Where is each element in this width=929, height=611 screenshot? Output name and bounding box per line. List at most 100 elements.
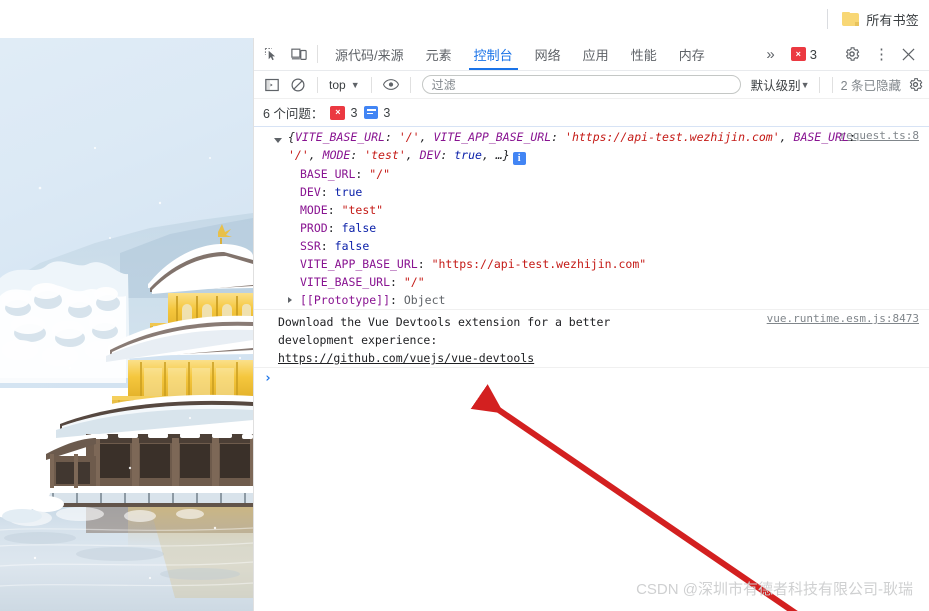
issues-bar[interactable]: 6 个问题： × 3 3 xyxy=(254,99,929,127)
error-icon: × xyxy=(790,47,806,61)
tab-network[interactable]: 网络 xyxy=(524,38,572,70)
tab-label: 控制台 xyxy=(473,47,513,63)
error-badge[interactable]: × 3 xyxy=(783,47,825,62)
property-row[interactable]: VITE_BASE_URL: "/" xyxy=(300,273,921,291)
folder-icon xyxy=(842,12,860,26)
log-level-value: 默认级别 xyxy=(750,79,801,93)
toolbar-divider-4 xyxy=(818,76,820,93)
property-key: BASE_URL xyxy=(300,167,356,181)
prompt-caret-icon: › xyxy=(264,371,272,386)
tab-performance[interactable]: 性能 xyxy=(620,38,668,70)
toolbar-divider-3 xyxy=(409,76,411,93)
source-link[interactable]: vue.runtime.esm.js:8473 xyxy=(767,310,919,328)
tab-label: 源代码/来源 xyxy=(335,47,404,63)
message-line-1: Download the Vue Devtools extension for … xyxy=(278,315,611,329)
clear-console-icon[interactable] xyxy=(285,72,311,98)
live-expression-icon[interactable] xyxy=(378,72,404,98)
tab-sources[interactable]: 源代码/来源 xyxy=(324,38,415,70)
tab-label: 性能 xyxy=(630,47,657,63)
hidden-messages-label: 2 条已隐藏 xyxy=(840,79,901,93)
info-badge-icon[interactable]: i xyxy=(512,152,526,165)
tabstrip-spacer xyxy=(716,38,759,70)
gear-icon[interactable] xyxy=(837,46,867,62)
csdn-watermark: CSDN @深圳市有德者科技有限公司-耿瑞 xyxy=(636,581,913,598)
close-icon[interactable] xyxy=(896,48,923,61)
vertical-dots-icon[interactable]: ⋮ xyxy=(867,47,896,62)
property-value: "https://api-test.wezhijin.com" xyxy=(431,257,647,271)
console-entry-text[interactable]: vue.runtime.esm.js:8473 Download the Vue… xyxy=(254,310,929,368)
property-key: MODE xyxy=(300,203,328,217)
message-line-2: development experience: xyxy=(278,333,438,347)
console-toolbar: top ▼ 默认级别 ▼ 2 条已隐藏 xyxy=(254,71,929,99)
toolbar-divider xyxy=(317,76,318,93)
property-row[interactable]: SSR: false xyxy=(300,237,921,255)
bookmark-bar: 所有书签 xyxy=(0,0,929,38)
vue-devtools-link[interactable]: https://github.com/vuejs/vue-devtools xyxy=(278,351,534,365)
object-preview-row[interactable]: {VITE_BASE_URL: '/', VITE_APP_BASE_URL: … xyxy=(266,127,921,165)
issues-error-count: 3 xyxy=(350,105,358,120)
property-key: DEV xyxy=(300,185,321,199)
chevron-double-right-icon[interactable]: » xyxy=(758,46,782,63)
toolbar-divider-2 xyxy=(370,76,372,93)
tab-memory[interactable]: 内存 xyxy=(668,38,716,70)
tab-label: 元素 xyxy=(425,47,452,63)
property-key: PROD xyxy=(300,221,328,235)
object-preview-text: {VITE_BASE_URL: '/', VITE_APP_BASE_URL: … xyxy=(288,130,856,162)
property-row[interactable]: VITE_APP_BASE_URL: "https://api-test.wez… xyxy=(300,255,921,273)
devtools-tabstrip: 源代码/来源 元素 控制台 网络 应用 性能 内存 » × 3 ⋮ xyxy=(254,38,929,71)
issues-message-count: 3 xyxy=(383,105,391,120)
tab-divider xyxy=(317,45,318,63)
expand-triangle-icon[interactable] xyxy=(274,138,282,143)
log-level-select[interactable]: 默认级别 ▼ xyxy=(748,73,813,96)
property-row[interactable]: PROD: false xyxy=(300,219,921,237)
property-key: VITE_APP_BASE_URL xyxy=(300,257,418,271)
property-key: VITE_BASE_URL xyxy=(300,275,391,289)
execution-context-select[interactable]: top ▼ xyxy=(324,76,365,94)
expand-triangle-icon[interactable] xyxy=(288,297,292,303)
chevron-down-icon: ▼ xyxy=(800,79,810,90)
tab-console[interactable]: 控制台 xyxy=(463,38,524,70)
devtools-panel: 源代码/来源 元素 控制台 网络 应用 性能 内存 » × 3 ⋮ top ▼ … xyxy=(253,38,929,611)
prototype-row[interactable]: [[Prototype]]: Object xyxy=(266,291,921,309)
property-row[interactable]: MODE: "test" xyxy=(300,201,921,219)
prototype-key: [[Prototype]] xyxy=(300,293,391,307)
tab-application[interactable]: 应用 xyxy=(572,38,620,70)
prototype-value: Object xyxy=(403,293,446,307)
property-value: true xyxy=(334,185,363,199)
property-value: "test" xyxy=(341,203,384,217)
toolbar-divider-5 xyxy=(831,76,833,93)
inspect-element-icon[interactable] xyxy=(258,38,285,70)
console-prompt[interactable]: › xyxy=(254,368,929,390)
console-sidebar-icon[interactable] xyxy=(259,72,285,98)
tab-label: 网络 xyxy=(534,47,561,63)
device-toolbar-icon[interactable] xyxy=(285,38,312,70)
console-output[interactable]: request.ts:8 {VITE_BASE_URL: '/', VITE_A… xyxy=(254,127,929,611)
tab-label: 应用 xyxy=(582,47,609,63)
devtools-tabstrip-actions: » × 3 ⋮ xyxy=(758,38,929,70)
error-badge-count: 3 xyxy=(809,46,817,62)
property-value: false xyxy=(334,239,370,253)
chevron-down-icon: ▼ xyxy=(350,79,360,90)
property-value: "/" xyxy=(369,167,391,181)
console-entry-object[interactable]: request.ts:8 {VITE_BASE_URL: '/', VITE_A… xyxy=(254,127,929,310)
object-properties: BASE_URL: "/" DEV: true MODE: "test" PRO… xyxy=(266,165,921,291)
property-row[interactable]: BASE_URL: "/" xyxy=(300,165,921,183)
all-bookmarks-button[interactable]: 所有书签 xyxy=(842,10,919,29)
message-icon xyxy=(364,106,379,119)
console-settings-gear-icon[interactable] xyxy=(901,77,929,92)
property-key: SSR xyxy=(300,239,321,253)
filter-input[interactable] xyxy=(421,75,741,94)
all-bookmarks-label: 所有书签 xyxy=(866,12,919,28)
screenshot-root: 所有书签 源代码/来源 元素 控制台 网络 应用 性能 内存 » × 3 ⋮ t… xyxy=(0,0,929,611)
tab-elements[interactable]: 元素 xyxy=(415,38,463,70)
error-icon: × xyxy=(330,105,346,120)
issues-message-group: 3 xyxy=(364,106,390,120)
property-value: false xyxy=(341,221,377,235)
property-row[interactable]: DEV: true xyxy=(300,183,921,201)
issues-summary-label: 6 个问题： xyxy=(263,107,324,121)
issues-error-group: × 3 xyxy=(330,105,358,120)
tab-label: 内存 xyxy=(678,47,705,63)
execution-context-value: top xyxy=(329,77,346,92)
kinkakuji-golden-pavilion-snow-photo xyxy=(0,38,253,611)
bookmark-separator xyxy=(827,9,829,29)
